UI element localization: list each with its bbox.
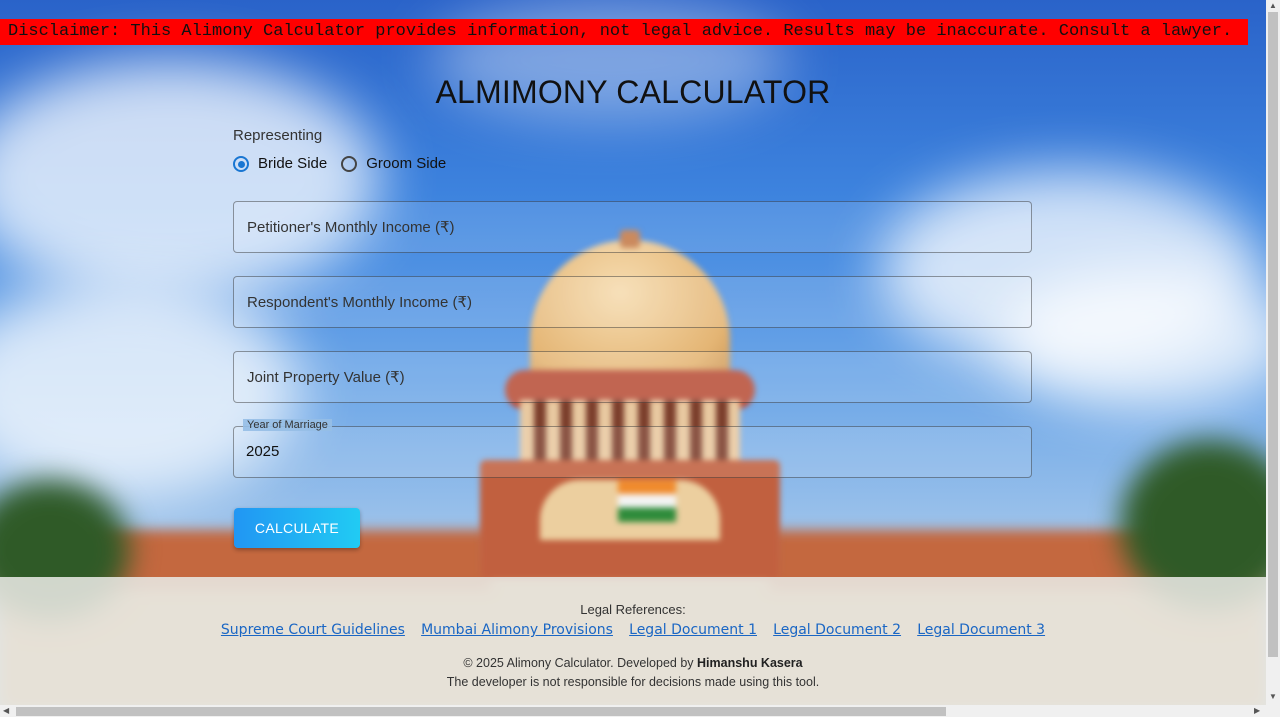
copyright-text: © 2025 Alimony Calculator. Developed by … <box>0 656 1266 670</box>
scroll-right-arrow-icon[interactable]: ▶ <box>1254 706 1260 716</box>
representing-label: Representing <box>233 127 323 144</box>
vertical-scroll-thumb[interactable] <box>1268 12 1278 657</box>
disclaimer-banner: Disclaimer: This Alimony Calculator prov… <box>0 19 1248 45</box>
groom-side-label[interactable]: Groom Side <box>366 155 446 172</box>
copyright-prefix: © 2025 Alimony Calculator. Developed by <box>463 656 694 670</box>
year-of-marriage-label: Year of Marriage <box>243 419 332 431</box>
respondent-income-placeholder: Respondent's Monthly Income (₹) <box>247 294 473 311</box>
legal-references-title: Legal References: <box>580 602 686 617</box>
scroll-left-arrow-icon[interactable]: ◀ <box>3 706 9 716</box>
bride-side-label[interactable]: Bride Side <box>258 155 327 172</box>
legal-links: Supreme Court Guidelines Mumbai Alimony … <box>0 621 1266 638</box>
flag-image <box>618 480 676 522</box>
respondent-income-input[interactable]: Respondent's Monthly Income (₹) <box>233 276 1032 328</box>
scroll-down-arrow-icon[interactable]: ▼ <box>1269 692 1277 702</box>
scroll-up-arrow-icon[interactable]: ▲ <box>1269 1 1277 11</box>
link-supreme-court-guidelines[interactable]: Supreme Court Guidelines <box>221 622 405 638</box>
link-legal-document-1[interactable]: Legal Document 1 <box>629 622 757 638</box>
page-title: ALMIMONY CALCULATOR <box>435 74 831 110</box>
calculate-button[interactable]: CALCULATE <box>234 508 360 548</box>
petitioner-income-placeholder: Petitioner's Monthly Income (₹) <box>247 219 455 236</box>
link-legal-document-2[interactable]: Legal Document 2 <box>773 622 901 638</box>
year-of-marriage-input[interactable]: Year of Marriage 2025 <box>233 419 1032 478</box>
groom-side-radio[interactable] <box>341 155 358 172</box>
link-mumbai-alimony-provisions[interactable]: Mumbai Alimony Provisions <box>421 622 613 638</box>
joint-property-input[interactable]: Joint Property Value (₹) <box>233 351 1032 403</box>
bride-side-radio[interactable] <box>233 155 249 172</box>
year-of-marriage-value: 2025 <box>246 443 280 460</box>
footer: Legal References: Supreme Court Guidelin… <box>0 577 1266 705</box>
responsibility-note: The developer is not responsible for dec… <box>446 675 820 689</box>
developer-name: Himanshu Kasera <box>697 656 803 670</box>
petitioner-income-input[interactable]: Petitioner's Monthly Income (₹) <box>233 201 1032 253</box>
link-legal-document-3[interactable]: Legal Document 3 <box>917 622 1045 638</box>
representing-radio-group: Bride Side Groom Side <box>233 155 460 172</box>
joint-property-placeholder: Joint Property Value (₹) <box>247 369 405 386</box>
horizontal-scroll-thumb[interactable] <box>16 707 946 716</box>
